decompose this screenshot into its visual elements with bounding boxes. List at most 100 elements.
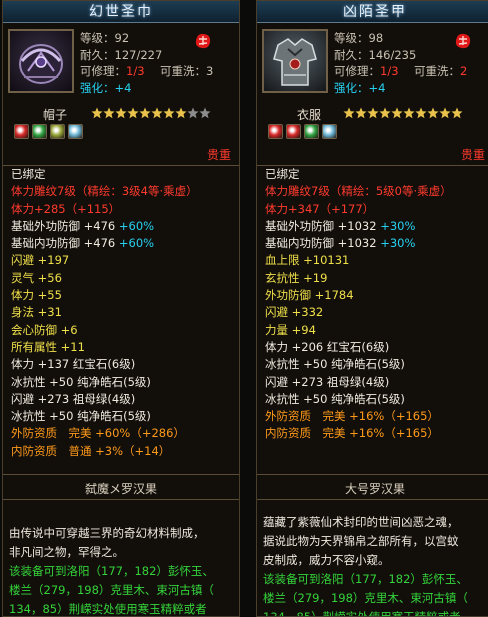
description-line: 由传说中可穿越三界的奇幻材料制成， bbox=[9, 526, 205, 540]
attribute-row: 血上限 +10131 bbox=[265, 252, 488, 269]
item-title-bar: 幻世圣巾 bbox=[3, 1, 239, 23]
attribute-row: 已绑定 bbox=[265, 166, 488, 183]
repair-value: 1/3 bbox=[380, 64, 399, 78]
strengthen-value: +4 bbox=[114, 80, 132, 95]
attribute-text: +30% bbox=[376, 236, 416, 251]
level-value: 98 bbox=[368, 31, 384, 45]
gem-socket-icon[interactable] bbox=[50, 124, 65, 139]
attribute-list: 已绑定 体力雕纹7级（精绘：5级0等·乘虚） 体力+347（+177） 基础外功防御 … bbox=[257, 165, 488, 475]
description-line: 皮制成，威力不容小窥。 bbox=[263, 553, 390, 567]
attribute-text: 冰抗性 +50 纯净皓石(5级) bbox=[11, 374, 151, 389]
level-label: 等级： bbox=[80, 31, 115, 45]
attribute-text: 内防资质 完美 +16%（+165） bbox=[265, 426, 439, 441]
star-empty-icon bbox=[187, 107, 199, 119]
set-name: 弑魔メ罗汉果 bbox=[3, 478, 239, 500]
gem-socket-icon[interactable] bbox=[68, 124, 83, 139]
attribute-row: 身法 +31 bbox=[11, 304, 239, 321]
star-filled-icon bbox=[403, 107, 415, 119]
star-filled-icon bbox=[139, 107, 151, 119]
star-filled-icon bbox=[151, 107, 163, 119]
description-line: 楼兰（279，198）克里木、束河古镇（ bbox=[9, 583, 214, 597]
star-empty-icon bbox=[199, 107, 211, 119]
attribute-row: 冰抗性 +50 纯净皓石(5级) bbox=[11, 408, 239, 425]
attribute-row: 玄抗性 +19 bbox=[265, 270, 488, 287]
star-filled-icon bbox=[391, 107, 403, 119]
gem-socket-icon[interactable] bbox=[32, 124, 47, 139]
attribute-row: 闪避 +273 祖母绿(4级) bbox=[11, 391, 239, 408]
star-filled-icon bbox=[91, 107, 103, 119]
gem-socket-icon[interactable] bbox=[322, 124, 337, 139]
gem-socket-icon[interactable] bbox=[268, 124, 283, 139]
bound-seal-icon bbox=[193, 31, 213, 51]
description-line: 134，85）荆嵘实处使用寒玉精粹或者 bbox=[263, 610, 461, 617]
gem-socket-icon[interactable] bbox=[14, 124, 29, 139]
attribute-text: 体力+347（+177） bbox=[265, 201, 375, 216]
attribute-row: 闪避 +332 bbox=[265, 304, 488, 321]
attribute-text: 力量 +94 bbox=[265, 322, 316, 337]
item-description: 由传说中可穿越三界的奇幻材料制成， 非凡间之物，罕得之。该装备可到洛阳（177，1… bbox=[9, 524, 239, 616]
attribute-text: 已绑定 bbox=[11, 167, 46, 181]
slot-label: 衣服 bbox=[297, 108, 322, 122]
repair-value: 1/3 bbox=[126, 64, 145, 78]
gem-socket-icon[interactable] bbox=[286, 124, 301, 139]
description-line: 该装备可到洛阳（177，182）彭怀玉、 bbox=[9, 564, 214, 578]
attribute-row: 外功防御 +1784 bbox=[265, 287, 488, 304]
level-value: 92 bbox=[114, 31, 130, 45]
description-line: 非凡间之物，罕得之。 bbox=[9, 545, 124, 559]
star-filled-icon bbox=[451, 107, 463, 119]
durability-label: 耐久： bbox=[80, 47, 115, 62]
item-tooltip-helmet: 幻世圣巾 等级：92 耐久：127/227 可修理：1/3 可重洗：3 强化：+4… bbox=[2, 0, 240, 617]
attribute-text: 身法 +31 bbox=[11, 305, 62, 320]
attribute-row: 体力雕纹7级（精绘：3级4等·乘虚） bbox=[11, 183, 239, 200]
bound-seal-icon bbox=[453, 31, 473, 51]
attribute-row: 内防资质 完美 +16%（+165） bbox=[265, 425, 488, 442]
armor-icon[interactable] bbox=[262, 29, 328, 93]
attribute-text: 体力 +137 红宝石(6级) bbox=[11, 357, 136, 372]
durability-label: 耐久： bbox=[334, 47, 369, 62]
star-filled-icon bbox=[343, 107, 355, 119]
attribute-text: 闪避 +273 祖母绿(4级) bbox=[11, 391, 136, 406]
star-filled-icon bbox=[439, 107, 451, 119]
precious-label: 贵重 bbox=[206, 148, 231, 162]
attribute-row: 冰抗性 +50 纯净皓石(5级) bbox=[265, 391, 488, 408]
attribute-text: 闪避 +197 bbox=[11, 253, 70, 268]
attribute-row: 体力雕纹7级（精绘：5级0等·乘虚） bbox=[265, 183, 488, 200]
attribute-row: 外防资质 完美 +60%（+286） bbox=[11, 425, 239, 442]
strengthen-label: 强化： bbox=[334, 80, 369, 95]
attribute-row: 内防资质 普通 +3%（+14） bbox=[11, 443, 239, 460]
precious-label: 贵重 bbox=[460, 148, 485, 162]
attribute-text: 所有属性 +11 bbox=[11, 339, 85, 354]
repair-label: 可修理： bbox=[334, 64, 380, 78]
attribute-row: 基础内功防御 +1032 +30% bbox=[265, 235, 488, 252]
attribute-text: +60% bbox=[115, 236, 155, 251]
attribute-text: +60% bbox=[115, 218, 155, 233]
star-filled-icon bbox=[355, 107, 367, 119]
attribute-text: 外防资质 完美 +16%（+165） bbox=[265, 409, 439, 424]
attribute-list: 已绑定 体力雕纹7级（精绘：3级4等·乘虚） 体力+285（+115） 基础外功防御 … bbox=[3, 165, 239, 475]
attribute-text: 基础外功防御 +476 bbox=[11, 218, 116, 233]
attribute-row: 力量 +94 bbox=[265, 322, 488, 339]
attribute-row: 外防资质 完美 +16%（+165） bbox=[265, 408, 488, 425]
set-name: 大号罗汉果 bbox=[257, 478, 488, 500]
gem-socket-icon[interactable] bbox=[304, 124, 319, 139]
attribute-row: 冰抗性 +50 纯净皓石(5级) bbox=[265, 356, 488, 373]
description-line: 134，85）荆嵘实处使用寒玉精粹或者 bbox=[9, 602, 207, 616]
attribute-text: 体力雕纹7级（精绘：3级4等·乘虚） bbox=[11, 184, 198, 199]
attribute-row: 体力 +137 红宝石(6级) bbox=[11, 356, 239, 373]
description-line: 该装备可到洛阳（177，182）彭怀玉、 bbox=[263, 572, 468, 586]
star-filled-icon bbox=[103, 107, 115, 119]
attribute-row: 冰抗性 +50 纯净皓石(5级) bbox=[11, 374, 239, 391]
helmet-icon[interactable] bbox=[8, 29, 74, 93]
attribute-text: 灵气 +56 bbox=[11, 270, 62, 285]
star-filled-icon bbox=[367, 107, 379, 119]
rewash-value: 2 bbox=[460, 64, 468, 78]
attribute-row: 体力 +55 bbox=[11, 287, 239, 304]
description-line: 蕴藏了紫薇仙术封印的世间凶恶之魂， bbox=[263, 515, 459, 529]
attribute-text: 冰抗性 +50 纯净皓石(5级) bbox=[11, 409, 151, 424]
attribute-text: 基础外功防御 +1032 bbox=[265, 218, 377, 233]
star-filled-icon bbox=[379, 107, 391, 119]
attribute-row: 已绑定 bbox=[11, 166, 239, 183]
attribute-text: 体力雕纹7级（精绘：5级0等·乘虚） bbox=[265, 184, 452, 199]
attribute-text: 基础内功防御 +1032 bbox=[265, 236, 377, 251]
star-filled-icon bbox=[115, 107, 127, 119]
